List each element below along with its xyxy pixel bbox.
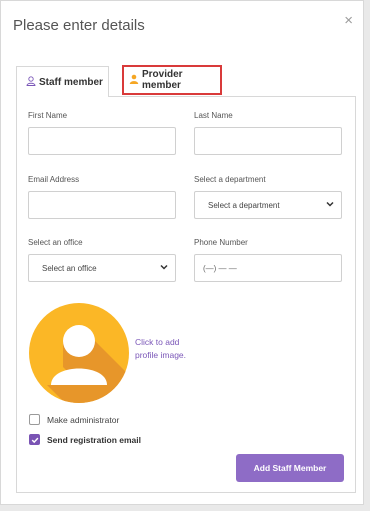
phone-field[interactable]: (—) — —: [194, 254, 342, 282]
first-name-label: First Name: [28, 111, 68, 120]
checkbox-unchecked-icon[interactable]: [29, 414, 40, 425]
department-label: Select a department: [194, 175, 266, 184]
tab-staff-member[interactable]: Staff member: [16, 66, 109, 97]
close-icon[interactable]: ×: [344, 13, 353, 28]
add-staff-member-button[interactable]: Add Staff Member: [236, 454, 344, 482]
email-label: Email Address: [28, 175, 80, 184]
add-profile-image-link[interactable]: Click to add profile image.: [135, 336, 186, 362]
profile-image-text-line2: profile image.: [135, 350, 187, 360]
staff-form-panel: First Name Last Name Email Address Selec…: [16, 96, 356, 493]
checkbox-checked-icon[interactable]: [29, 434, 40, 445]
send-registration-email-label: Send registration email: [47, 434, 141, 445]
office-label: Select an office: [28, 238, 83, 247]
profile-image-text-line1: Click to add: [135, 337, 180, 347]
last-name-label: Last Name: [194, 111, 233, 120]
last-name-field[interactable]: [194, 127, 342, 155]
send-registration-email-checkbox[interactable]: Send registration email: [29, 434, 141, 445]
tab-staff-label: Staff member: [39, 76, 103, 88]
person-filled-icon: [129, 74, 139, 87]
chevron-down-icon: [159, 262, 169, 274]
first-name-field[interactable]: [28, 127, 176, 155]
phone-label: Phone Number: [194, 238, 248, 247]
chevron-down-icon: [325, 199, 335, 211]
tab-provider-member[interactable]: Provider member: [122, 65, 222, 95]
details-modal: Please enter details × Staff member Prov…: [0, 0, 364, 505]
office-selected-value: Select an office: [42, 263, 97, 273]
person-outline-icon: [26, 75, 36, 89]
make-administrator-label: Make administrator: [47, 414, 120, 425]
department-select[interactable]: Select a department: [194, 191, 342, 219]
avatar-placeholder-icon: [29, 303, 129, 403]
make-administrator-checkbox[interactable]: Make administrator: [29, 414, 119, 425]
modal-title: Please enter details: [13, 17, 145, 34]
department-selected-value: Select a department: [208, 200, 280, 210]
profile-image-uploader[interactable]: [29, 303, 129, 403]
office-select[interactable]: Select an office: [28, 254, 176, 282]
tab-provider-label: Provider member: [142, 69, 183, 91]
email-field[interactable]: [28, 191, 176, 219]
